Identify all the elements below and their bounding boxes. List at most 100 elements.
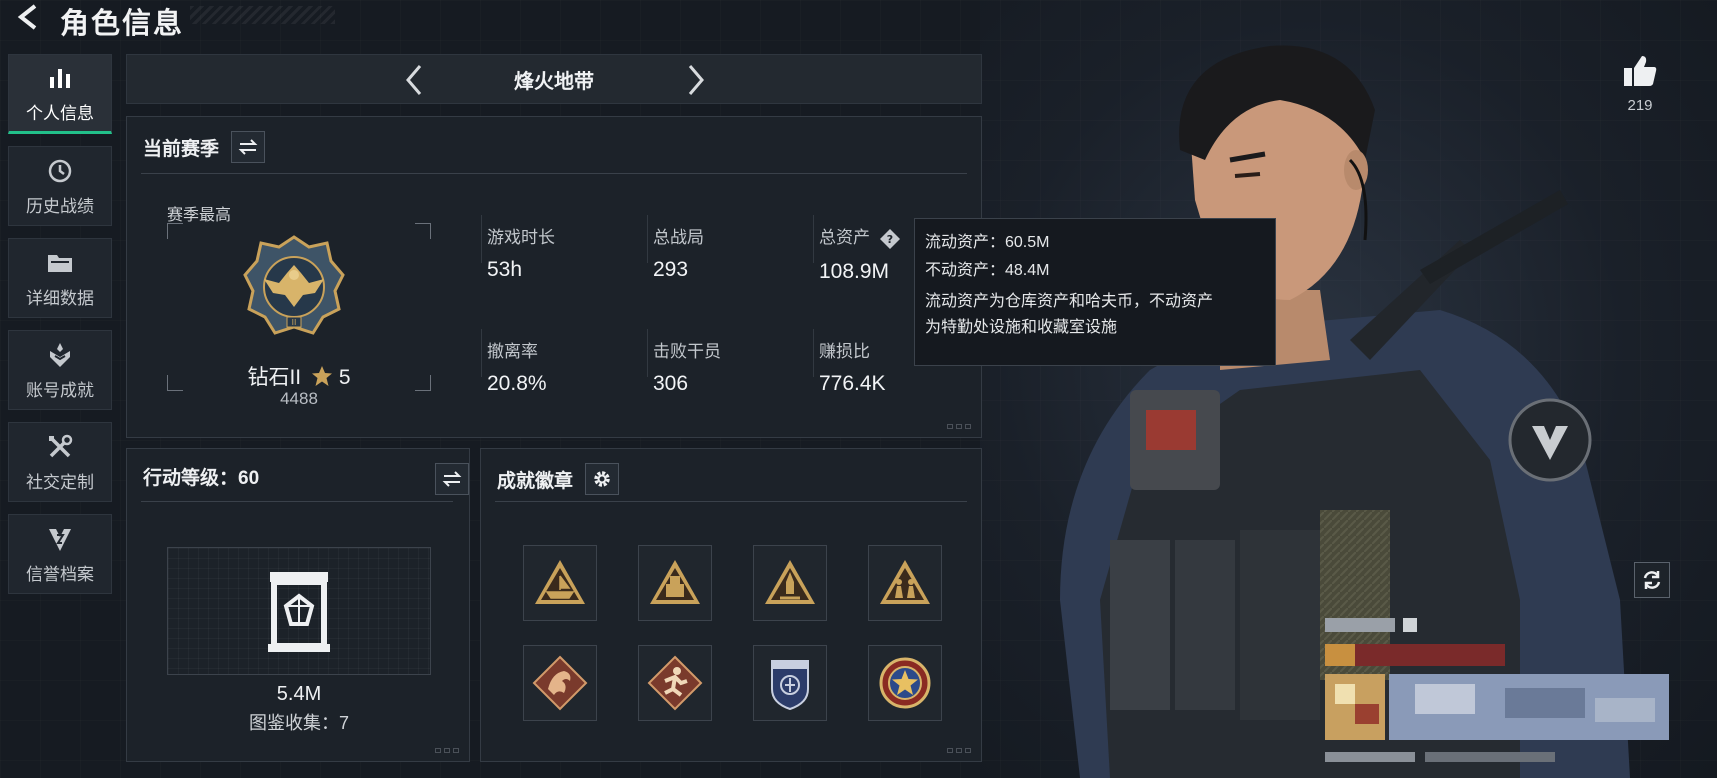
vault-icon [268, 572, 330, 652]
stat-value: 53h [487, 258, 523, 281]
tools-icon [45, 432, 75, 462]
stat-operators-defeated: 击败干员 306 [653, 337, 813, 396]
sidebar: 个人信息 历史战绩 详细数据 账号成就 社交定制 信誉档案 [8, 54, 112, 606]
badge-slot[interactable] [753, 645, 827, 721]
page-title: 角色信息 [60, 8, 185, 40]
mode-title: 烽火地带 [514, 70, 594, 93]
badge-star-medal-icon [879, 657, 931, 709]
panel-corner-decoration [435, 748, 459, 753]
swap-icon [442, 471, 462, 487]
rotate-model-button[interactable] [1634, 562, 1670, 598]
stat-value: 306 [653, 372, 689, 395]
sidebar-item-social[interactable]: 社交定制 [8, 422, 112, 502]
svg-text:II: II [292, 318, 297, 327]
stat-total-matches: 总战局 293 [653, 223, 813, 282]
swap-icon [238, 139, 258, 155]
level-divider [141, 501, 453, 502]
sidebar-item-history[interactable]: 历史战绩 [8, 146, 112, 226]
rank-stars: 5 [338, 366, 351, 389]
achievement-icon [45, 340, 75, 370]
badge-slot[interactable] [523, 545, 597, 621]
rank-name: 钻石II 5 [127, 361, 471, 391]
sidebar-item-profile[interactable]: 个人信息 [8, 54, 112, 134]
rotate-icon [1643, 571, 1661, 589]
back-button[interactable] [8, 0, 48, 34]
collection-count: 图鉴收集：7 [248, 713, 349, 733]
back-arrow-icon [17, 4, 37, 30]
stat-label: 总战局 [653, 228, 704, 247]
tooltip-fixed-assets: 不动资产：48.4M [925, 262, 1050, 279]
sidebar-item-label: 个人信息 [26, 103, 94, 123]
assets-tooltip: 流动资产：60.5M 不动资产：48.4M 流动资产为仓库资产和哈夫币，不动资产… [914, 218, 1276, 366]
level-title: 行动等级：60 [143, 468, 260, 489]
season-switch-button[interactable] [231, 131, 266, 163]
badge-police-icon [771, 660, 809, 711]
sidebar-item-label: 历史战绩 [26, 196, 94, 216]
sidebar-item-label: 信誉档案 [26, 564, 94, 584]
chevron-left-icon [406, 65, 422, 95]
stat-label-text: 总资产 [819, 228, 870, 247]
level-value: 5.4M [276, 683, 322, 705]
tooltip-desc-line: 流动资产为仓库资产和哈夫币，不动资产 [925, 293, 1214, 310]
level-switch-button[interactable] [435, 463, 469, 495]
badge-slot[interactable] [753, 545, 827, 621]
star-icon [311, 366, 332, 386]
badges-panel: 成就徽章 [480, 448, 982, 762]
level-panel: 行动等级：60 5.4M 图鉴收集：7 [126, 448, 470, 762]
badge-slot[interactable] [638, 645, 712, 721]
badge-rocket-icon [765, 560, 815, 604]
sidebar-item-achievements[interactable]: 账号成就 [8, 330, 112, 410]
badge-ship-icon [535, 560, 585, 604]
help-icon[interactable]: ? [879, 228, 901, 250]
sidebar-item-label: 详细数据 [26, 288, 94, 308]
badge-soldiers-icon [880, 560, 930, 604]
season-panel: 当前赛季 赛季最高 II 钻石II 5 4488 游戏时长 53h 总战局 29… [126, 116, 982, 438]
badge-slot[interactable] [868, 645, 942, 721]
bar-chart-icon [45, 63, 75, 93]
player-card[interactable] [1325, 618, 1677, 778]
sidebar-item-details[interactable]: 详细数据 [8, 238, 112, 318]
tooltip-liquid-assets: 流动资产：60.5M [925, 234, 1050, 251]
rank-emblem-icon: II [243, 235, 345, 335]
like-count: 219 [1627, 97, 1653, 114]
mode-selector: 烽火地带 [126, 54, 982, 104]
thumbs-up-icon [1624, 56, 1657, 86]
clock-icon [45, 156, 75, 186]
badge-runner-icon [647, 655, 703, 711]
panel-corner-decoration [947, 748, 971, 753]
stat-value: 20.8% [487, 372, 547, 395]
badge-crate-icon [650, 560, 700, 604]
stat-value: 293 [653, 258, 689, 281]
badge-slot[interactable] [868, 545, 942, 621]
season-title: 当前赛季 [143, 138, 220, 160]
sidebar-item-label: 账号成就 [26, 380, 94, 400]
badges-title: 成就徽章 [497, 470, 574, 492]
stat-label: 击败干员 [653, 342, 721, 361]
like-button[interactable]: 219 [1620, 54, 1660, 114]
stat-value: 776.4K [819, 372, 886, 395]
badges-settings-button[interactable] [585, 463, 620, 495]
title-decoration [190, 6, 335, 24]
next-mode-button[interactable] [681, 63, 711, 97]
stat-play-time: 游戏时长 53h [487, 223, 647, 282]
sidebar-item-reputation[interactable]: 信誉档案 [8, 514, 112, 594]
stat-label: 游戏时长 [487, 228, 555, 247]
chevron-right-icon [688, 65, 704, 95]
folder-icon [45, 248, 75, 278]
stat-label: 撤离率 [487, 342, 538, 361]
level-showcase[interactable] [167, 547, 431, 675]
badges-divider [495, 501, 967, 502]
prev-mode-button[interactable] [399, 63, 429, 97]
reputation-icon [45, 524, 75, 554]
sidebar-item-label: 社交定制 [26, 472, 94, 492]
tooltip-desc-line: 为特勤处设施和收藏室设施 [925, 319, 1118, 336]
badge-slot[interactable] [638, 545, 712, 621]
gear-icon [594, 471, 610, 487]
rank-score: 4488 [280, 389, 318, 408]
svg-text:?: ? [887, 233, 893, 246]
panel-corner-decoration [947, 424, 971, 429]
badge-slot[interactable] [523, 645, 597, 721]
rank-title: 钻石II [247, 366, 302, 389]
stat-extraction-rate: 撤离率 20.8% [487, 337, 647, 396]
tooltip-description: 流动资产为仓库资产和哈夫币，不动资产 为特勤处设施和收藏室设施 [925, 289, 1265, 341]
